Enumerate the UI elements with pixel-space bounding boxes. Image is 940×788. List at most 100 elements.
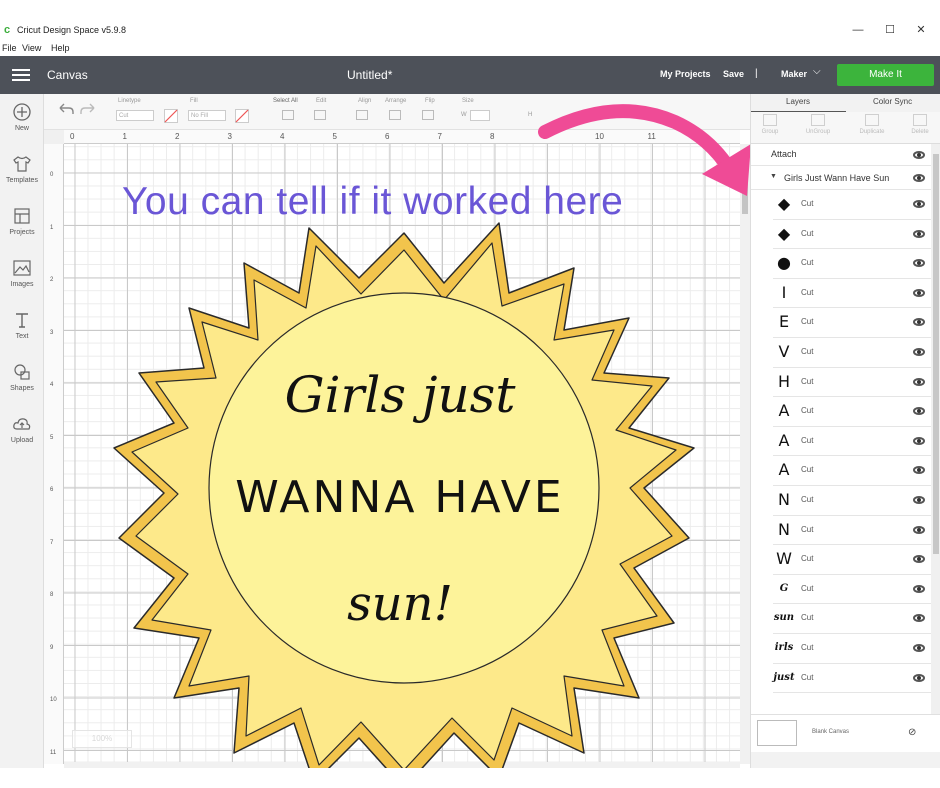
- layers-scrollbar[interactable]: [931, 144, 940, 714]
- eye-icon[interactable]: [913, 525, 925, 534]
- eye-icon[interactable]: [913, 318, 925, 327]
- layer-thumbnail: irls: [774, 642, 794, 653]
- chevron-down-icon[interactable]: ⌵: [813, 66, 821, 77]
- layer-type-label: Cut: [801, 465, 814, 475]
- layer-row[interactable]: G Cut: [773, 575, 931, 605]
- duplicate-label: Duplicate: [859, 129, 885, 135]
- attach-row[interactable]: Attach: [751, 144, 931, 166]
- layer-thumbnail: A: [778, 460, 790, 480]
- tool-templates[interactable]: Templates: [0, 154, 44, 202]
- hamburger-menu-icon[interactable]: [12, 69, 30, 81]
- layer-type-label: Cut: [801, 228, 814, 238]
- tool-shapes[interactable]: Shapes: [0, 362, 44, 410]
- undo-icon[interactable]: [58, 102, 74, 116]
- ruler-tick-label: 1: [50, 224, 54, 231]
- eye-icon[interactable]: [913, 229, 925, 238]
- size-width-input[interactable]: [470, 110, 490, 121]
- eye-icon[interactable]: [913, 151, 925, 159]
- canvas-vertical-scrollbar[interactable]: [740, 144, 750, 764]
- group-row[interactable]: ▼ Girls Just Wann Have Sun: [751, 166, 931, 190]
- layer-row[interactable]: V Cut: [773, 338, 931, 368]
- eye-icon[interactable]: [913, 496, 925, 504]
- duplicate-button[interactable]: Duplicate: [857, 114, 887, 135]
- menu-view[interactable]: View: [22, 43, 41, 53]
- close-button[interactable]: ✕: [913, 23, 929, 37]
- ruler-tick-label: 8: [50, 592, 54, 598]
- maximize-button[interactable]: ☐: [882, 23, 898, 37]
- ungroup-label: UnGroup: [805, 129, 831, 135]
- edit-icon[interactable]: [314, 110, 326, 120]
- sun-text-line1: Girls just: [284, 366, 516, 424]
- scroll-thumb[interactable]: [933, 154, 939, 554]
- blank-canvas-swatch[interactable]: [757, 720, 797, 746]
- eye-icon[interactable]: [913, 614, 925, 623]
- ruler-tick-label: 3: [227, 132, 232, 141]
- layer-row[interactable]: irls Cut: [773, 634, 931, 664]
- layer-row[interactable]: N Cut: [773, 516, 931, 546]
- menu-help[interactable]: Help: [51, 43, 70, 53]
- menu-file[interactable]: File: [2, 43, 17, 53]
- make-it-button[interactable]: Make It: [837, 64, 934, 86]
- minimize-button[interactable]: —: [850, 23, 866, 37]
- tab-color-sync[interactable]: Color Sync: [873, 97, 912, 106]
- group-button[interactable]: Group: [755, 114, 785, 135]
- tool-upload[interactable]: Upload: [0, 414, 44, 462]
- tool-projects[interactable]: Projects: [0, 206, 44, 254]
- layer-row[interactable]: ● Cut: [773, 249, 931, 279]
- my-projects-link[interactable]: My Projects: [660, 69, 711, 79]
- left-toolbar: New Templates Projects Images Text Shape…: [0, 94, 44, 768]
- layer-type-label: Cut: [801, 554, 814, 564]
- eye-icon[interactable]: [913, 200, 925, 208]
- layer-row[interactable]: sun Cut: [773, 604, 931, 634]
- zoom-control[interactable]: 100%: [72, 730, 132, 748]
- fill-select[interactable]: No Fill: [188, 110, 226, 121]
- eye-icon[interactable]: [913, 584, 925, 593]
- linetype-select[interactable]: Cut: [116, 110, 154, 121]
- machine-selector[interactable]: Maker: [781, 69, 807, 79]
- layer-row[interactable]: E Cut: [773, 308, 931, 338]
- flip-icon[interactable]: [422, 110, 434, 120]
- select-all-icon[interactable]: [282, 110, 294, 120]
- eye-icon[interactable]: [913, 377, 925, 386]
- eye-icon[interactable]: [913, 555, 925, 564]
- eye-icon[interactable]: [913, 259, 925, 268]
- layer-row[interactable]: W Cut: [773, 545, 931, 575]
- eye-icon[interactable]: [913, 466, 925, 475]
- tool-text[interactable]: Text: [0, 310, 44, 358]
- eye-icon[interactable]: [913, 174, 925, 182]
- linetype-color-swatch[interactable]: [164, 109, 178, 123]
- layer-row[interactable]: A Cut: [773, 427, 931, 457]
- duplicate-icon: [865, 114, 879, 126]
- tab-layers[interactable]: Layers: [786, 97, 810, 106]
- layer-row[interactable]: I Cut: [773, 279, 931, 309]
- ungroup-button[interactable]: UnGroup: [803, 114, 833, 135]
- tool-images[interactable]: Images: [0, 258, 44, 306]
- plus-circle-icon: [13, 103, 31, 121]
- layer-row[interactable]: A Cut: [773, 397, 931, 427]
- arrange-icon[interactable]: [389, 110, 401, 120]
- layer-row[interactable]: N Cut: [773, 486, 931, 516]
- chevron-down-icon[interactable]: ▼: [770, 173, 777, 180]
- eye-icon[interactable]: [913, 436, 925, 445]
- save-button[interactable]: Save: [723, 69, 744, 79]
- eye-icon[interactable]: [913, 407, 925, 416]
- blank-canvas-row[interactable]: Blank Canvas ⊘: [751, 714, 940, 752]
- redo-icon[interactable]: [80, 102, 96, 116]
- layer-row[interactable]: just Cut: [773, 664, 931, 694]
- delete-button[interactable]: Delete: [905, 114, 935, 135]
- eye-icon[interactable]: [913, 348, 925, 356]
- layer-row[interactable]: A Cut: [773, 456, 931, 486]
- fill-color-swatch[interactable]: [235, 109, 249, 123]
- layer-row[interactable]: ◆ Cut: [773, 190, 931, 220]
- tool-new[interactable]: New: [0, 102, 44, 150]
- eye-icon[interactable]: [913, 644, 925, 652]
- layer-row[interactable]: ◆ Cut: [773, 220, 931, 250]
- eye-icon[interactable]: [913, 288, 925, 297]
- header-separator: |: [755, 68, 758, 79]
- align-icon[interactable]: [356, 110, 368, 120]
- eye-icon[interactable]: [913, 673, 925, 682]
- tool-label: Images: [10, 281, 34, 288]
- layer-row[interactable]: H Cut: [773, 368, 931, 398]
- hide-canvas-icon[interactable]: ⊘: [908, 728, 920, 738]
- layer-thumbnail: just: [773, 671, 795, 683]
